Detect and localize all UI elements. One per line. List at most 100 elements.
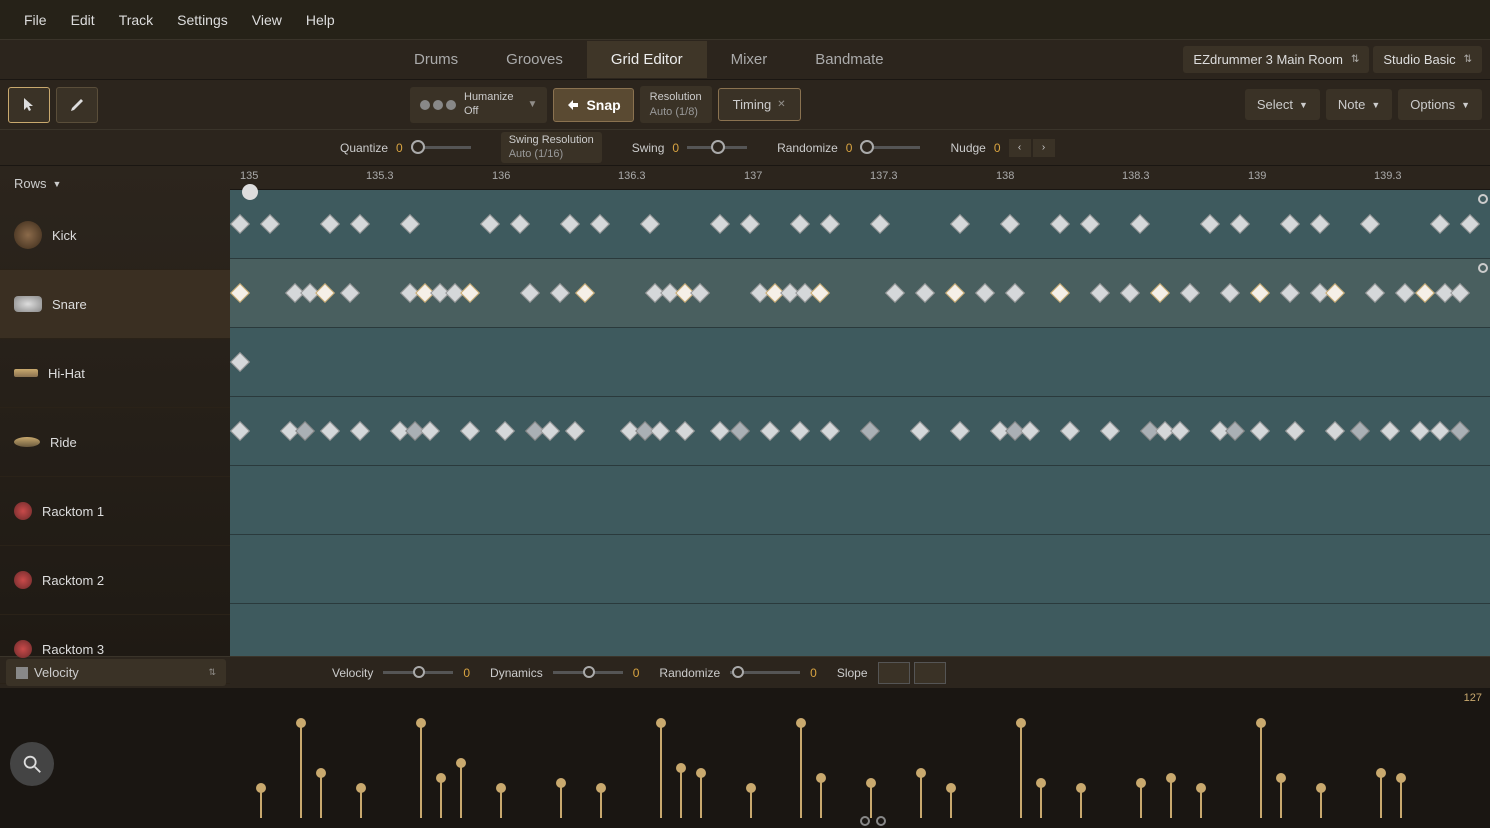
midi-note[interactable] bbox=[820, 214, 840, 234]
velocity-stick[interactable] bbox=[1140, 783, 1142, 818]
drum-row-racktom-2[interactable]: Racktom 2 bbox=[0, 546, 230, 615]
velocity-stick[interactable] bbox=[1170, 778, 1172, 818]
midi-note[interactable] bbox=[710, 421, 730, 441]
midi-note[interactable] bbox=[1460, 214, 1480, 234]
zoom-button[interactable] bbox=[10, 742, 54, 786]
tab-bandmate[interactable]: Bandmate bbox=[791, 41, 907, 78]
midi-note[interactable] bbox=[1120, 283, 1140, 303]
midi-note[interactable] bbox=[1250, 283, 1270, 303]
velocity-stick[interactable] bbox=[260, 788, 262, 818]
midi-note[interactable] bbox=[1350, 421, 1370, 441]
note-dropdown[interactable]: Note ▼ bbox=[1326, 89, 1392, 120]
options-dropdown[interactable]: Options ▼ bbox=[1398, 89, 1482, 120]
midi-note[interactable] bbox=[1250, 421, 1270, 441]
lane-hihat[interactable] bbox=[230, 328, 1490, 397]
midi-note[interactable] bbox=[1020, 421, 1040, 441]
time-ruler[interactable]: 135135.3136136.3137137.3138138.3139139.3… bbox=[230, 166, 1490, 190]
lane-empty[interactable] bbox=[230, 466, 1490, 535]
midi-note[interactable] bbox=[915, 283, 935, 303]
midi-note[interactable] bbox=[1170, 421, 1190, 441]
velocity-stick[interactable] bbox=[460, 763, 462, 818]
dynamics-control[interactable]: Dynamics 0 bbox=[490, 666, 639, 680]
midi-note[interactable] bbox=[230, 421, 250, 441]
velocity-stick[interactable] bbox=[600, 788, 602, 818]
midi-note[interactable] bbox=[1050, 283, 1070, 303]
swing-resolution-dropdown[interactable]: Swing Resolution Auto (1/16) bbox=[501, 132, 602, 162]
midi-note[interactable] bbox=[1180, 283, 1200, 303]
nudge-right-button[interactable]: › bbox=[1033, 139, 1055, 157]
midi-note[interactable] bbox=[950, 421, 970, 441]
midi-note[interactable] bbox=[350, 214, 370, 234]
randomize-param[interactable]: Randomize 0 bbox=[777, 141, 920, 155]
midi-note[interactable] bbox=[1230, 214, 1250, 234]
velocity-stick[interactable] bbox=[1280, 778, 1282, 818]
midi-note[interactable] bbox=[1130, 214, 1150, 234]
midi-note[interactable] bbox=[1395, 283, 1415, 303]
rows-dropdown[interactable]: Rows ▼ bbox=[0, 166, 230, 201]
slope-up-button[interactable] bbox=[914, 662, 946, 684]
midi-note[interactable] bbox=[230, 283, 250, 303]
velocity-stick[interactable] bbox=[680, 768, 682, 818]
midi-note[interactable] bbox=[860, 421, 880, 441]
swing-param[interactable]: Swing 0 bbox=[632, 141, 747, 155]
drum-row-hi-hat[interactable]: Hi-Hat bbox=[0, 339, 230, 408]
velocity-stick[interactable] bbox=[1040, 783, 1042, 818]
tab-drums[interactable]: Drums bbox=[390, 41, 482, 78]
lane-snare[interactable] bbox=[230, 259, 1490, 328]
midi-note[interactable] bbox=[260, 214, 280, 234]
midi-note[interactable] bbox=[650, 421, 670, 441]
midi-note[interactable] bbox=[1000, 214, 1020, 234]
menu-help[interactable]: Help bbox=[294, 4, 347, 36]
midi-note[interactable] bbox=[1080, 214, 1100, 234]
velocity-control[interactable]: Velocity 0 bbox=[332, 666, 470, 680]
midi-note[interactable] bbox=[870, 214, 890, 234]
midi-note[interactable] bbox=[820, 421, 840, 441]
midi-note[interactable] bbox=[320, 421, 340, 441]
midi-note[interactable] bbox=[1090, 283, 1110, 303]
velocity-stick[interactable] bbox=[1260, 723, 1262, 818]
midi-note[interactable] bbox=[1365, 283, 1385, 303]
pencil-tool[interactable] bbox=[56, 87, 98, 123]
velocity-stick[interactable] bbox=[560, 783, 562, 818]
midi-note[interactable] bbox=[295, 421, 315, 441]
midi-note[interactable] bbox=[740, 214, 760, 234]
midi-note[interactable] bbox=[400, 214, 420, 234]
midi-note[interactable] bbox=[460, 283, 480, 303]
midi-note[interactable] bbox=[320, 214, 340, 234]
preset-dropdown[interactable]: Studio Basic ⇅ bbox=[1373, 46, 1482, 73]
midi-note[interactable] bbox=[495, 421, 515, 441]
menu-edit[interactable]: Edit bbox=[59, 4, 107, 36]
midi-note[interactable] bbox=[575, 283, 595, 303]
midi-note[interactable] bbox=[640, 214, 660, 234]
midi-note[interactable] bbox=[510, 214, 530, 234]
midi-note[interactable] bbox=[1430, 214, 1450, 234]
velocity-slider[interactable] bbox=[383, 671, 453, 674]
midi-note[interactable] bbox=[1410, 421, 1430, 441]
velocity-stick[interactable] bbox=[440, 778, 442, 818]
swing-slider[interactable] bbox=[687, 146, 747, 149]
midi-note[interactable] bbox=[480, 214, 500, 234]
velocity-stick[interactable] bbox=[750, 788, 752, 818]
midi-note[interactable] bbox=[1100, 421, 1120, 441]
quantize-param[interactable]: Quantize 0 bbox=[340, 141, 471, 155]
midi-note[interactable] bbox=[945, 283, 965, 303]
tab-mixer[interactable]: Mixer bbox=[707, 41, 792, 78]
resolution-dropdown[interactable]: Resolution Auto (1/8) bbox=[640, 86, 712, 123]
midi-note[interactable] bbox=[1280, 214, 1300, 234]
velocity-stick[interactable] bbox=[870, 783, 872, 818]
midi-note[interactable] bbox=[1225, 421, 1245, 441]
randomize-vel-slider[interactable] bbox=[730, 671, 800, 674]
velocity-stick[interactable] bbox=[360, 788, 362, 818]
midi-note[interactable] bbox=[560, 214, 580, 234]
velocity-stick[interactable] bbox=[1020, 723, 1022, 818]
midi-note[interactable] bbox=[950, 214, 970, 234]
midi-note[interactable] bbox=[910, 421, 930, 441]
midi-note[interactable] bbox=[810, 283, 830, 303]
midi-note[interactable] bbox=[1360, 214, 1380, 234]
midi-note[interactable] bbox=[230, 352, 250, 372]
midi-note[interactable] bbox=[1005, 283, 1025, 303]
midi-note[interactable] bbox=[790, 214, 810, 234]
midi-note[interactable] bbox=[885, 283, 905, 303]
note-grid[interactable]: 135135.3136136.3137137.3138138.3139139.3… bbox=[230, 166, 1490, 656]
lane-empty[interactable] bbox=[230, 535, 1490, 604]
